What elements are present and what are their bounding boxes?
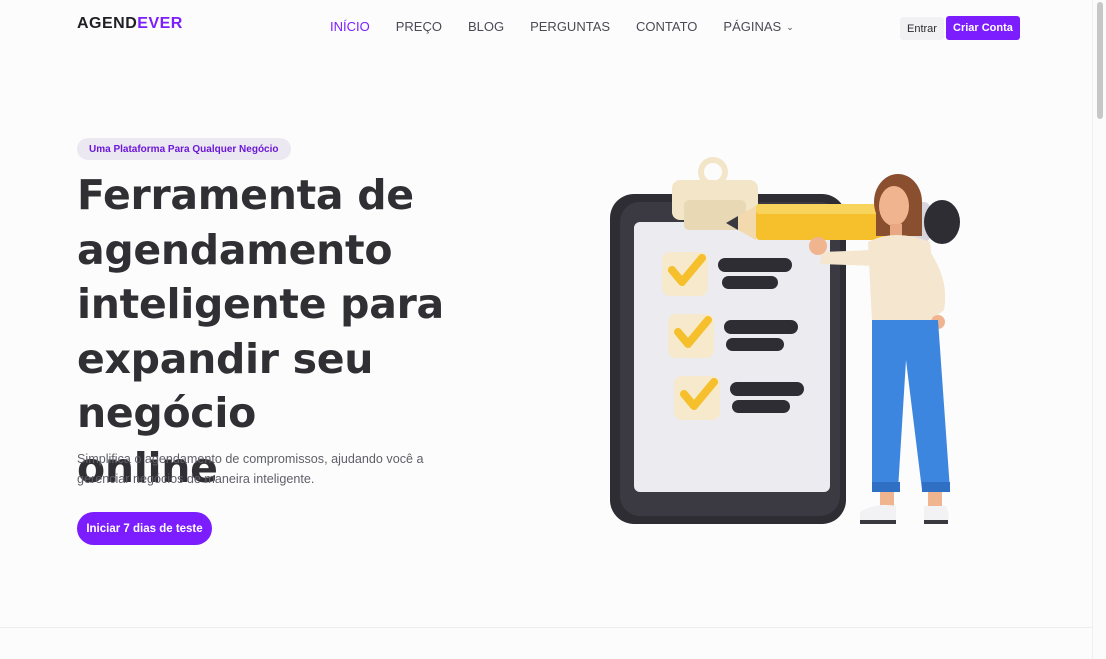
hero-title-line: inteligente para [77,280,444,328]
landing-page: AGENDEVER INÍCIO PREÇO BLOG PERGUNTAS CO… [0,0,1106,659]
nav-item-perguntas[interactable]: PERGUNTAS [530,19,610,34]
hero-title-line: Ferramenta de [77,171,414,219]
nav-item-paginas-label: PÁGINAS [723,19,782,34]
logo-text-part2: EVER [137,15,183,32]
hero-badge: Uma Plataforma Para Qualquer Negócio [77,138,291,160]
nav-item-preco[interactable]: PREÇO [396,19,442,34]
hero-title-line: expandir seu negócio [77,334,374,438]
signup-button[interactable]: Criar Conta [946,16,1020,40]
chevron-down-icon: ⌄ [786,22,794,32]
nav-item-inicio[interactable]: INÍCIO [330,19,370,34]
site-header: AGENDEVER INÍCIO PREÇO BLOG PERGUNTAS CO… [0,0,1092,56]
nav-item-contato[interactable]: CONTATO [636,19,697,34]
start-trial-button[interactable]: Iniciar 7 dias de teste [77,512,212,545]
login-button[interactable]: Entrar [900,17,944,40]
nav-item-paginas[interactable]: PÁGINAS ⌄ [723,19,793,34]
hero-title: Ferramenta de agendamento inteligente pa… [77,168,547,495]
scrollbar-thumb[interactable] [1097,2,1103,119]
pencil [726,200,960,244]
hero-title-line: agendamento [77,225,393,274]
main-nav: INÍCIO PREÇO BLOG PERGUNTAS CONTATO PÁGI… [330,19,820,34]
logo[interactable]: AGENDEVER [77,15,183,33]
clipboard-checklist-illustration [610,157,960,524]
nav-item-blog[interactable]: BLOG [468,19,504,34]
page-scrollbar[interactable] [1092,0,1106,659]
section-divider [0,627,1092,628]
logo-text-part1: AGEND [77,15,138,32]
hero-subtitle: Simplifica o agendamento de compromissos… [77,452,424,486]
